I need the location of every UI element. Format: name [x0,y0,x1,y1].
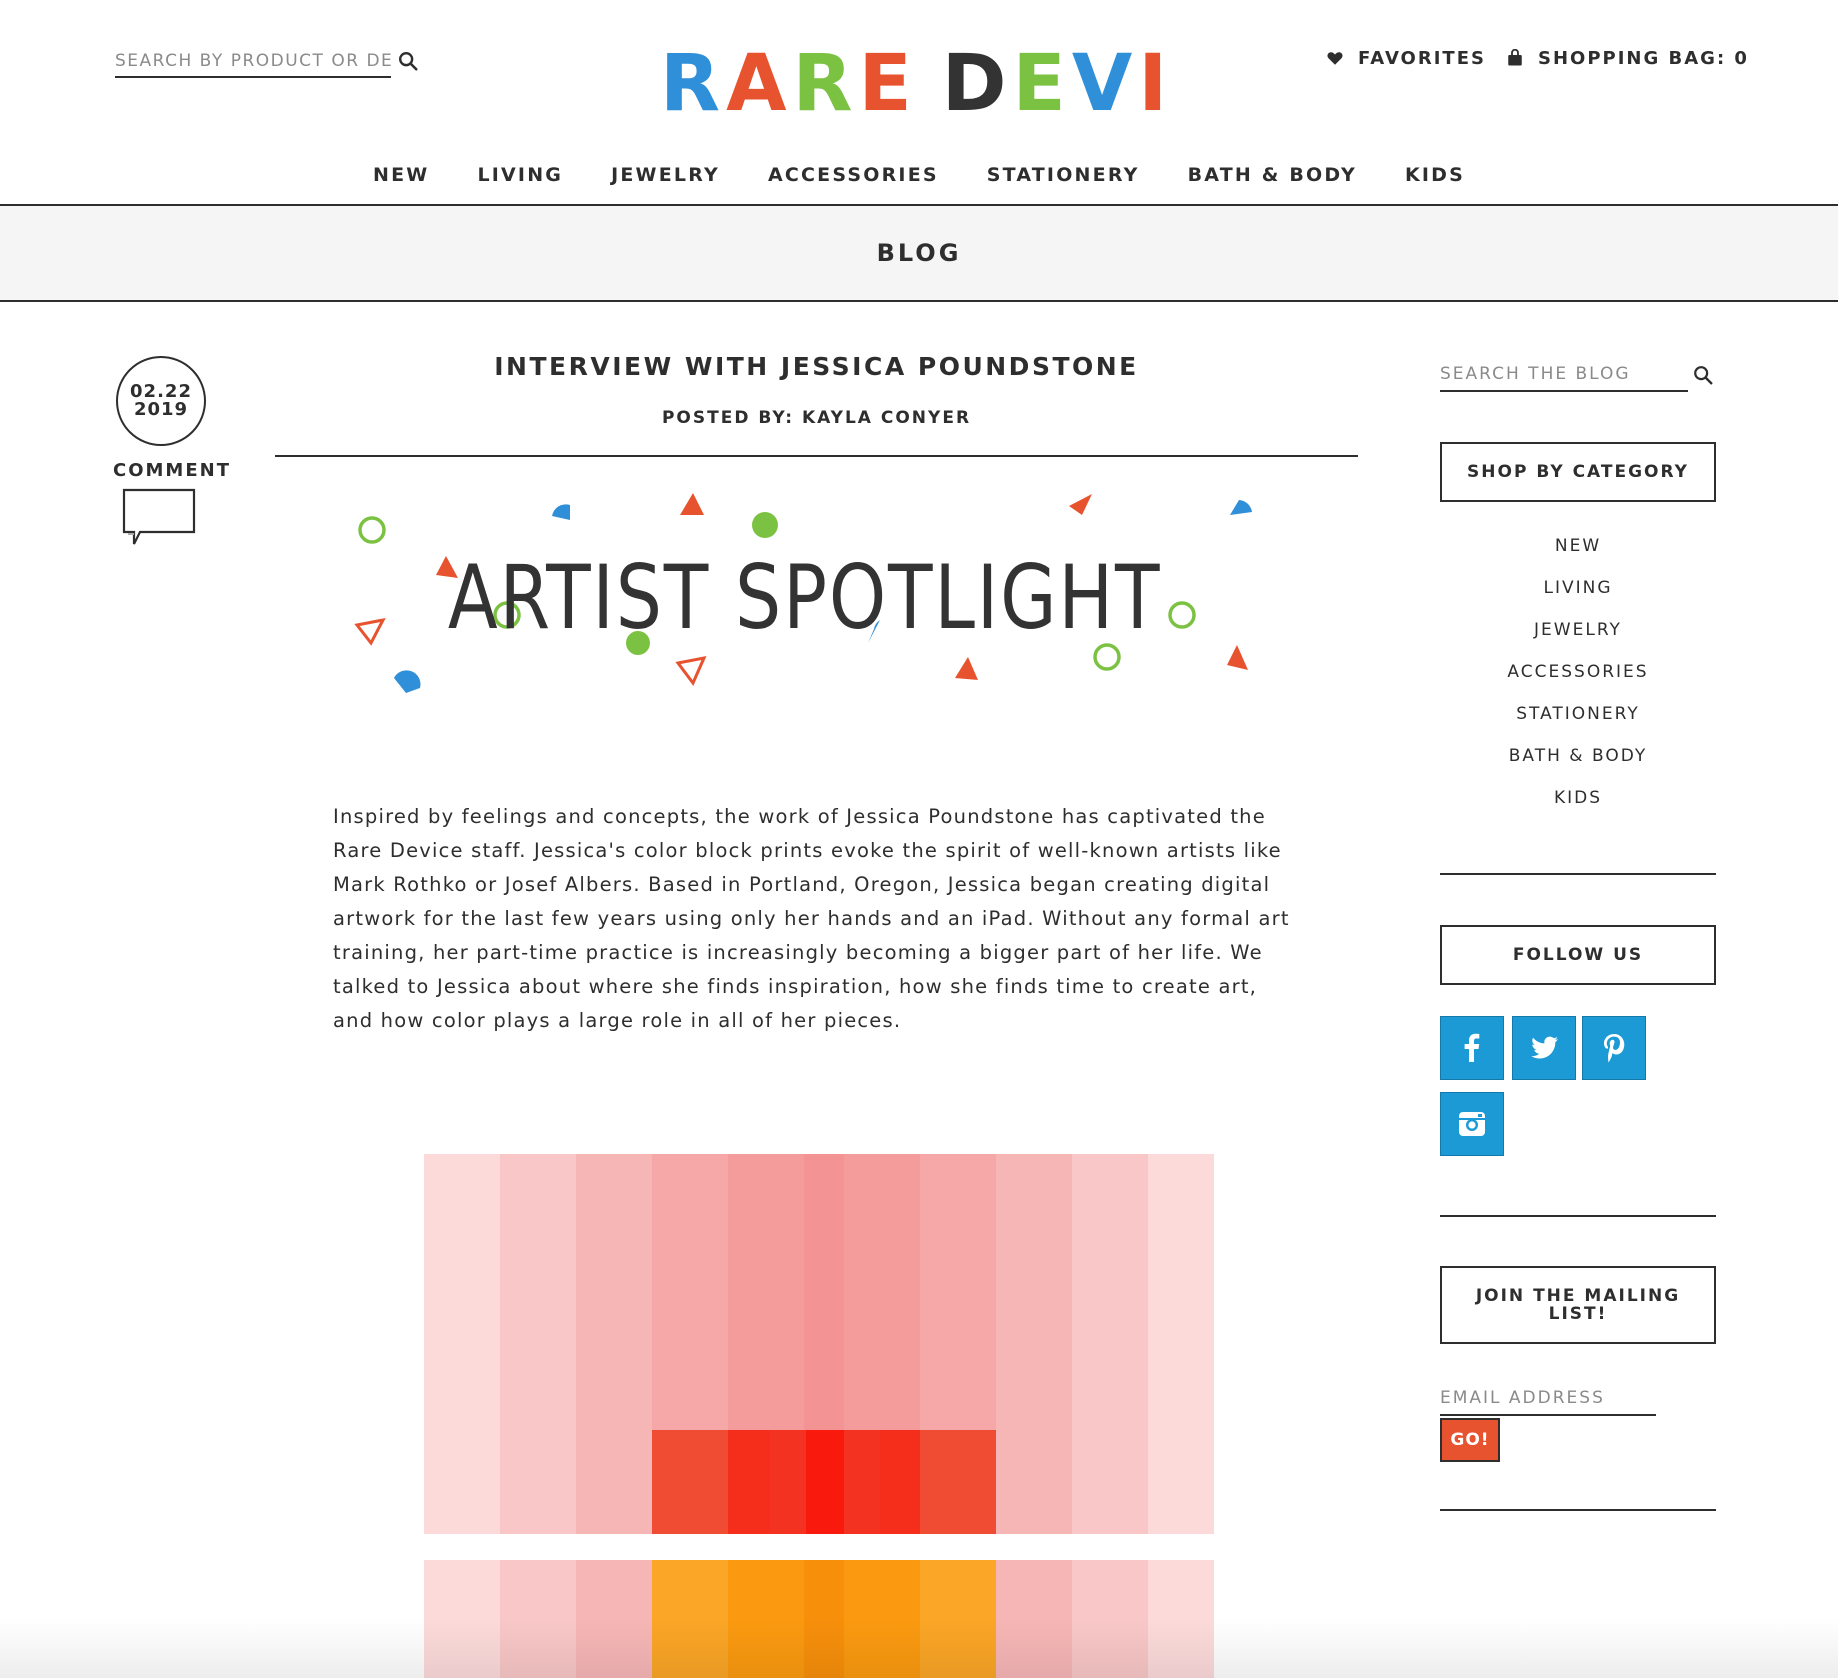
facebook-button[interactable] [1440,1016,1504,1080]
blog-search-input[interactable] [1440,358,1688,392]
follow-us-heading: FOLLOW US [1440,925,1716,985]
nav-item-kids[interactable]: KIDS [1405,164,1465,186]
svg-text:RAREDEVICE: RAREDEVICE [660,40,1170,120]
category-item-stationery[interactable]: STATIONERY [1440,704,1716,746]
search-icon[interactable] [1692,364,1714,386]
nav-item-bath-body[interactable]: BATH & BODY [1188,164,1357,186]
twitter-button[interactable] [1512,1016,1576,1080]
post-divider [275,455,1358,457]
nav-item-jewelry[interactable]: JEWELRY [611,164,720,186]
post-author: POSTED BY: KAYLA CONYER [661,408,972,428]
heart-icon [1327,52,1343,65]
instagram-icon [1459,1112,1485,1136]
nav-item-accessories[interactable]: ACCESSORIES [768,164,939,186]
category-list: NEW LIVING JEWELRY ACCESSORIES STATIONER… [1440,536,1716,830]
category-item-jewelry[interactable]: JEWELRY [1440,620,1716,662]
mailing-list-heading: JOIN THE MAILING LIST! [1440,1266,1716,1344]
artist-spotlight-banner: ARTIST SPOTLIGHT [354,493,1252,693]
category-item-living[interactable]: LIVING [1440,578,1716,620]
sidebar-divider [1440,873,1716,875]
category-item-new[interactable]: NEW [1440,536,1716,578]
twitter-icon [1531,1036,1558,1059]
post-date-year: 2019 [133,399,189,420]
nav-item-living[interactable]: LIVING [477,164,563,186]
blog-search [1440,358,1714,394]
category-item-kids[interactable]: KIDS [1440,788,1716,830]
favorites-link[interactable]: FAVORITES [1326,46,1486,70]
section-title: BLOG [876,239,962,267]
post-title[interactable]: INTERVIEW WITH JESSICA POUNDSTONE [275,352,1358,381]
post-body: Inspired by feelings and concepts, the w… [333,805,1290,1032]
facebook-icon [1464,1033,1480,1062]
post-date: 02.22 2019 [116,356,206,446]
color-block-artwork [422,1150,1214,1678]
nav-item-new[interactable]: NEW [373,164,429,186]
favorites-label: FAVORITES [1358,47,1486,69]
sidebar-divider [1440,1509,1716,1511]
comment-bubble-icon[interactable] [122,488,196,548]
sidebar-divider [1440,1215,1716,1217]
shopping-bag-icon [1508,49,1522,66]
banner-text: ARTIST SPOTLIGHT [448,547,1161,649]
pinterest-icon [1604,1034,1625,1063]
shopping-bag-link[interactable]: SHOPPING BAG: 0 [1506,46,1749,70]
section-banner: BLOG [0,204,1838,302]
artwork-bottom-panel [424,1560,1214,1678]
pinterest-button[interactable] [1582,1016,1646,1080]
instagram-button[interactable] [1440,1092,1504,1156]
email-field-wrapper [1440,1382,1656,1418]
category-item-bath-body[interactable]: BATH & BODY [1440,746,1716,788]
search-icon[interactable] [397,50,419,72]
go-button[interactable]: GO! [1440,1418,1500,1462]
product-search-input[interactable] [115,46,391,78]
shop-by-category-heading: SHOP BY CATEGORY [1440,442,1716,502]
shopping-bag-label: SHOPPING BAG: 0 [1538,47,1749,69]
artwork-top-panel [424,1154,1214,1534]
main-nav: NEW LIVING JEWELRY ACCESSORIES STATIONER… [0,164,1838,186]
product-search [115,46,420,80]
rare-device-logo[interactable]: RAREDEVICE [660,40,1170,120]
comment-label[interactable]: COMMENT [113,460,231,481]
category-item-accessories[interactable]: ACCESSORIES [1440,662,1716,704]
nav-item-stationery[interactable]: STATIONERY [987,164,1140,186]
email-field[interactable] [1440,1382,1656,1416]
